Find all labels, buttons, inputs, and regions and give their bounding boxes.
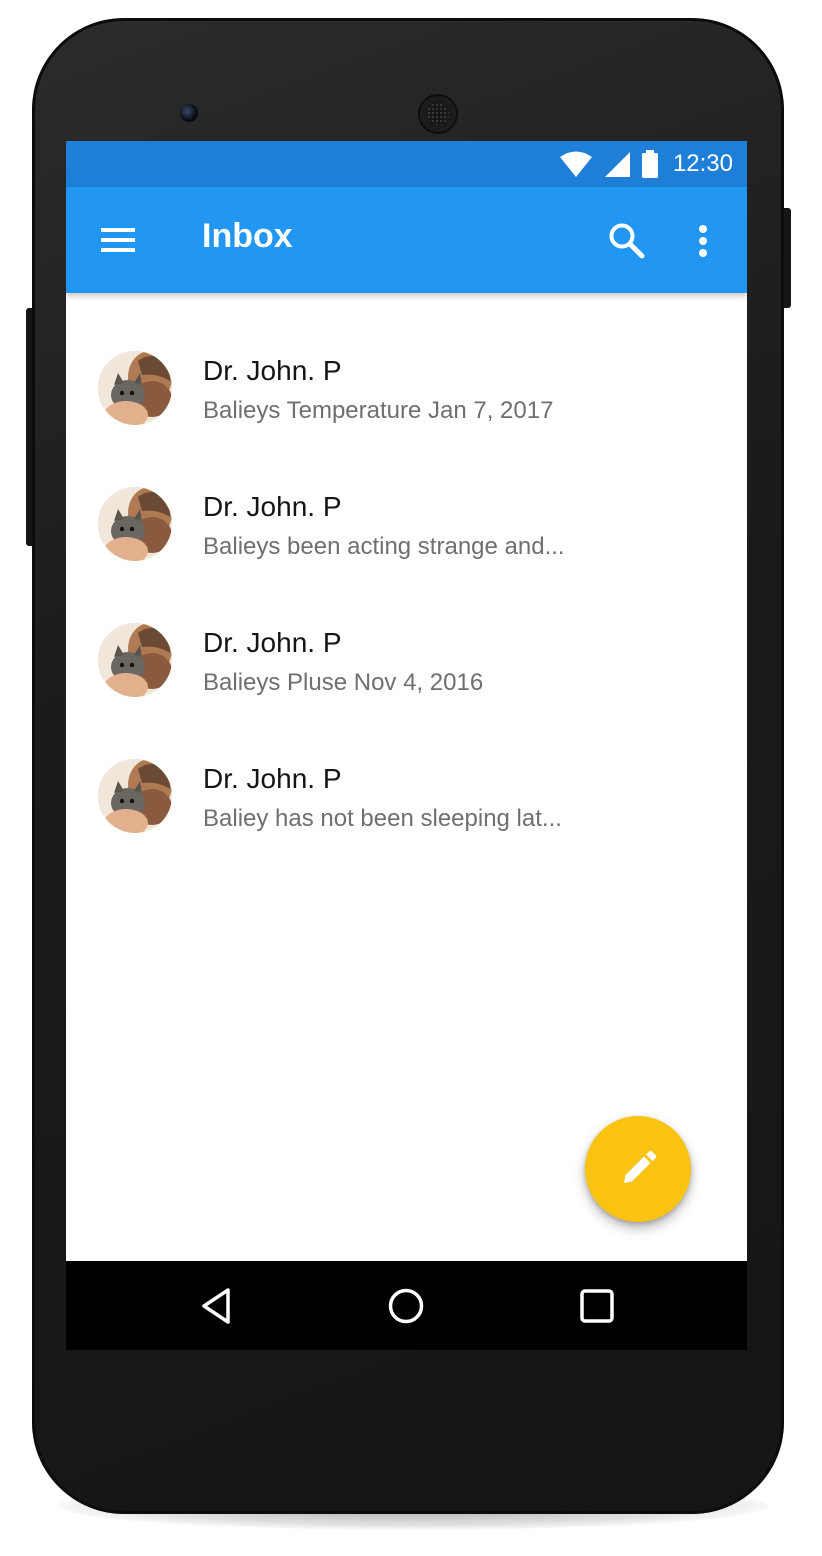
status-icons: 12:30 [559,141,733,187]
menu-icon [101,228,135,252]
avatar [98,623,172,697]
home-icon [388,1288,424,1324]
message-preview: Balieys Temperature Jan 7, 2017 [203,397,554,424]
status-time: 12:30 [672,150,733,177]
recents-icon [580,1289,614,1323]
search-button[interactable] [605,219,649,263]
compose-button[interactable] [585,1116,691,1222]
edit-pencil-icon [624,1150,657,1183]
message-preview: Baliey has not been sleeping lat... [203,805,562,832]
cellular-signal-icon [604,152,630,177]
battery-icon [641,150,658,178]
wifi-icon [559,151,592,177]
recents-button[interactable] [574,1283,620,1329]
mockup-stage: 12:30 Inbox Dr. John. P Balieys Temperat… [0,0,822,1556]
search-icon [609,223,645,259]
list-item[interactable]: Dr. John. P Balieys Pluse Nov 4, 2016 [66,585,747,721]
list-item[interactable]: Dr. John. P Baliey has not been sleeping… [66,721,747,857]
more-vert-icon [699,225,707,257]
sender-name: Dr. John. P [203,491,342,522]
more-options-button[interactable] [688,219,718,263]
back-icon [202,1288,230,1324]
sender-name: Dr. John. P [203,763,342,794]
home-button[interactable] [383,1283,429,1329]
page-title: Inbox [202,217,293,255]
sender-name: Dr. John. P [203,627,342,658]
app-bar: Inbox [66,187,747,293]
message-preview: Balieys Pluse Nov 4, 2016 [203,669,484,696]
avatar [98,759,172,833]
sender-name: Dr. John. P [203,355,342,386]
menu-button[interactable] [96,220,140,260]
earpiece-speaker [418,94,458,134]
status-bar: 12:30 [66,141,747,187]
list-item[interactable]: Dr. John. P Balieys been acting strange … [66,449,747,585]
front-camera [180,104,198,122]
system-nav-bar [66,1261,747,1350]
message-preview: Balieys been acting strange and... [203,533,565,560]
back-button[interactable] [194,1283,240,1329]
list-item[interactable]: Dr. John. P Balieys Temperature Jan 7, 2… [66,313,747,449]
avatar [98,351,172,425]
phone-screen: 12:30 Inbox Dr. John. P Balieys Temperat… [66,141,747,1350]
avatar [98,487,172,561]
